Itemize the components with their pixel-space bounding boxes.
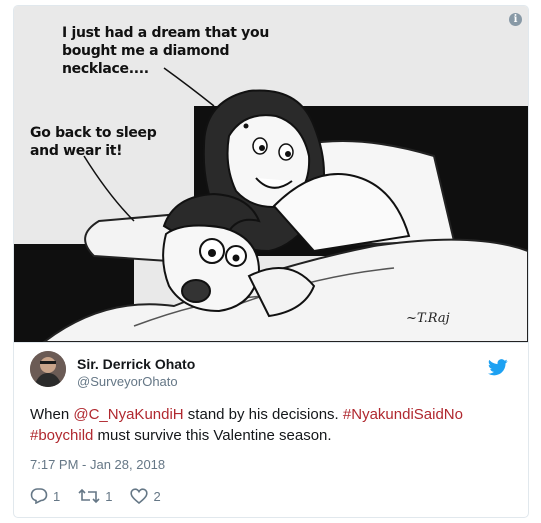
twitter-bird-icon[interactable] (488, 359, 508, 376)
tweet-text-prefix: When (30, 406, 74, 423)
reply-count: 1 (53, 488, 61, 504)
tweet-text: When @C_NyaKundiH stand by his decisions… (30, 404, 518, 446)
retweet-button[interactable]: 1 (78, 488, 112, 504)
tweet-timestamp[interactable]: 7:17 PM - Jan 28, 2018 (30, 457, 165, 472)
like-count: 2 (153, 488, 161, 504)
artist-signature: ~T.Raj (406, 311, 450, 326)
speech-bubble-man: Go back to sleep and wear it! (30, 125, 157, 159)
retweet-icon (78, 488, 100, 504)
tweet-text-suffix: must survive this Valentine season. (93, 427, 332, 444)
tweet-card: I just had a dream that you bought me a … (13, 5, 529, 518)
avatar-image (30, 351, 66, 387)
display-name[interactable]: Sir. Derrick Ohato (77, 356, 195, 372)
info-icon[interactable]: i (509, 13, 522, 26)
speech-bubble-woman: I just had a dream that you bought me a … (62, 25, 269, 77)
like-icon (130, 488, 149, 504)
like-button[interactable]: 2 (130, 488, 161, 504)
hashtag-link-nyakundisaidno[interactable]: #NyakundiSaidNo (343, 406, 463, 423)
hashtag-link-boychild[interactable]: #boychild (30, 427, 93, 444)
user-handle[interactable]: @SurveyorOhato (77, 374, 178, 389)
tweet-actions: 1 1 2 (30, 486, 179, 506)
reply-button[interactable]: 1 (30, 488, 60, 504)
tweet-text-middle: stand by his decisions. (183, 406, 343, 423)
avatar[interactable] (30, 351, 66, 387)
tweet-image[interactable]: I just had a dream that you bought me a … (14, 6, 528, 343)
retweet-count: 1 (105, 488, 113, 504)
mention-link[interactable]: @C_NyaKundiH (73, 406, 183, 423)
reply-icon (30, 488, 48, 504)
